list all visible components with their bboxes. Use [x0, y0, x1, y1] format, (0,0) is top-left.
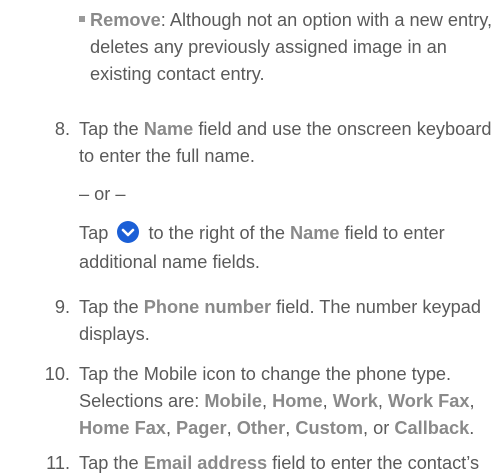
name-term: Name — [143, 119, 194, 139]
text: , — [377, 391, 388, 411]
option-custom: Custom — [295, 418, 364, 438]
name-term: Name — [290, 223, 340, 243]
step-8-line2: to enter the full name. — [79, 146, 255, 166]
or-separator: – or – — [79, 184, 126, 204]
text: to the right of the — [148, 223, 291, 243]
bullet-icon — [79, 16, 85, 23]
text: Tap — [79, 223, 109, 243]
text: . — [469, 418, 475, 438]
text: Selections are: — [79, 391, 205, 411]
text: Tap the — [79, 119, 144, 139]
step-11-line1: Tap the Email address field to enter the… — [79, 451, 479, 475]
text: , — [226, 418, 237, 438]
step-11-number: 11. — [46, 453, 70, 473]
text: , — [165, 418, 177, 438]
option-work-fax: Work Fax — [387, 391, 470, 411]
text: , — [469, 391, 475, 411]
step-9-line1: Tap the Phone number field. The number k… — [79, 295, 481, 319]
phone-number-term: Phone number — [143, 297, 272, 317]
step-9-line2: displays. — [79, 324, 150, 344]
remove-line2: deletes any previously assigned image in… — [90, 37, 447, 57]
text: , — [285, 418, 296, 438]
option-home: Home — [272, 391, 323, 411]
text: field to enter — [339, 223, 445, 243]
email-address-term: Email address — [143, 453, 268, 473]
option-pager: Pager — [176, 418, 227, 438]
step-8-line3: Tap to the right of the Name field to en… — [79, 221, 445, 245]
option-other: Other — [236, 418, 286, 438]
remove-bullet-line1: Remove: Although not an option with a ne… — [79, 8, 492, 32]
step-8-line1: Tap the Name field and use the onscreen … — [79, 117, 492, 141]
text: Tap the — [79, 297, 144, 317]
option-mobile: Mobile — [204, 391, 262, 411]
text: field. The number keypad — [271, 297, 482, 317]
chevron-down-circle-icon — [117, 221, 140, 244]
remove-text: : Although not an option with a new entr… — [160, 10, 493, 30]
option-work: Work — [332, 391, 378, 411]
text: field to enter the contact’s — [267, 453, 480, 473]
text: , or — [363, 418, 395, 438]
text: , — [322, 391, 333, 411]
step-10-line2: Selections are: Mobile, Home, Work, Work… — [79, 389, 475, 413]
step-10-line3: Home Fax, Pager, Other, Custom, or Callb… — [79, 416, 474, 440]
step-10-line1: Tap the Mobile icon to change the phone … — [79, 364, 452, 384]
remove-line3: existing contact entry. — [90, 64, 265, 84]
remove-term: Remove — [90, 10, 161, 30]
step-8-number: 8. — [54, 119, 70, 139]
text: , — [261, 391, 273, 411]
text: Tap the — [79, 453, 144, 473]
step-9-number: 9. — [54, 297, 70, 317]
text: field and use the onscreen keyboard — [193, 119, 492, 139]
option-callback: Callback — [394, 418, 470, 438]
option-home-fax: Home Fax — [79, 418, 166, 438]
step-10-number: 10. — [44, 364, 70, 384]
step-8-line4: additional name fields. — [79, 252, 260, 272]
